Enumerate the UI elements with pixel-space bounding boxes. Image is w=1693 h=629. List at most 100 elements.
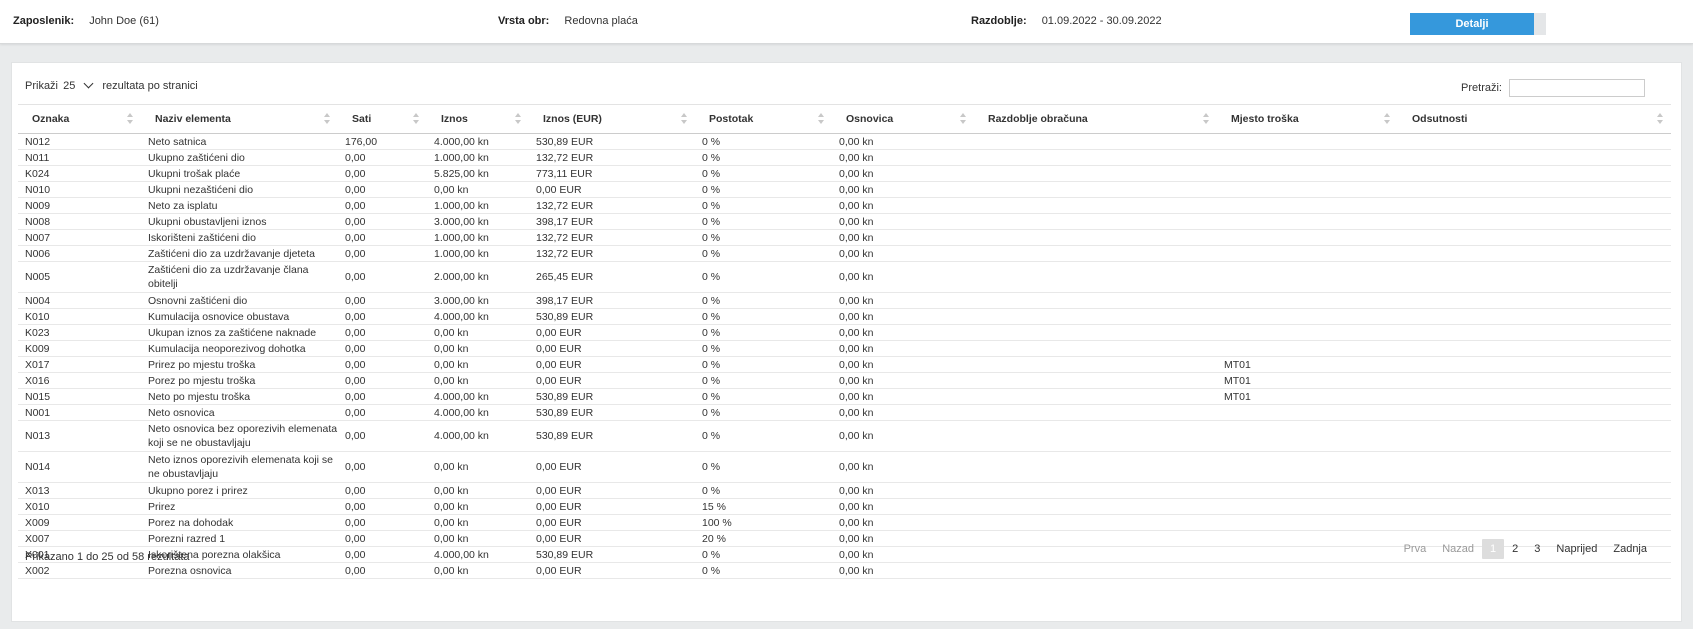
cell-code: X016	[18, 372, 141, 389]
cell-base: 0,00 kn	[832, 420, 974, 452]
sort-icon[interactable]	[127, 113, 133, 125]
cell-cost-center	[1217, 292, 1398, 309]
employee-info: Zaposlenik: John Doe (61)	[13, 15, 159, 27]
search-input[interactable]	[1509, 79, 1645, 97]
column-header-code[interactable]: Oznaka	[18, 104, 141, 134]
page-length-prefix: Prikaži	[25, 80, 59, 92]
cell-period	[974, 340, 1217, 357]
cell-cost-center	[1217, 420, 1398, 452]
cell-cost-center	[1217, 530, 1398, 547]
sort-icon[interactable]	[1203, 113, 1209, 125]
cell-hours: 0,00	[338, 261, 427, 293]
column-header-period[interactable]: Razdoblje obračuna	[974, 104, 1217, 134]
cell-period	[974, 388, 1217, 405]
cell-hours: 0,00	[338, 308, 427, 325]
cell-absence	[1398, 149, 1671, 166]
cell-name: Ukupni nezaštićeni dio	[141, 181, 338, 198]
cell-name: Iskorišteni zaštićeni dio	[141, 229, 338, 246]
cell-cost-center	[1217, 165, 1398, 182]
cell-period	[974, 420, 1217, 452]
table-row: N011 Ukupno zaštićeni dio 0,00 1.000,00 kn 1…	[18, 149, 1671, 166]
cell-name: Porez na dohodak	[141, 514, 338, 531]
cell-percent: 0 %	[695, 229, 832, 246]
cell-base: 0,00 kn	[832, 308, 974, 325]
page-1-button[interactable]: 1	[1482, 539, 1505, 559]
cell-period	[974, 562, 1217, 579]
column-header-label: Osnovica	[846, 113, 894, 125]
page-3-button[interactable]: 3	[1526, 539, 1548, 559]
table-row: X017 Prirez po mjestu troška 0,00 0,00 kn 0,…	[18, 356, 1671, 373]
cell-percent: 0 %	[695, 213, 832, 230]
column-header-hours[interactable]: Sati	[338, 104, 427, 134]
cell-hours: 0,00	[338, 498, 427, 515]
cell-code: X010	[18, 498, 141, 515]
sort-icon[interactable]	[818, 113, 824, 125]
cell-name: Ukupno zaštićeni dio	[141, 149, 338, 166]
column-header-amount[interactable]: Iznos	[427, 104, 529, 134]
results-info: Prikazano 1 do 25 od 58 rezultata	[25, 551, 190, 563]
sort-icon[interactable]	[960, 113, 966, 125]
sort-icon[interactable]	[413, 113, 419, 125]
cell-name: Kumulacija neoporezivog dohotka	[141, 340, 338, 357]
cell-cost-center	[1217, 149, 1398, 166]
column-header-absence[interactable]: Odsutnosti	[1398, 104, 1671, 134]
column-header-base[interactable]: Osnovica	[832, 104, 974, 134]
column-header-name[interactable]: Naziv elementa	[141, 104, 338, 134]
page-length-select[interactable]: 25	[63, 80, 75, 92]
first-page-button[interactable]: Prva	[1396, 539, 1435, 559]
prev-page-button[interactable]: Nazad	[1434, 539, 1482, 559]
cell-code: N006	[18, 245, 141, 262]
cell-amount: 5.825,00 kn	[427, 165, 529, 182]
last-page-button[interactable]: Zadnja	[1605, 539, 1655, 559]
cell-name: Ukupni obustavljeni iznos	[141, 213, 338, 230]
column-header-label: Sati	[352, 113, 372, 125]
cell-base: 0,00 kn	[832, 514, 974, 531]
cell-amount: 4.000,00 kn	[427, 308, 529, 325]
sort-icon[interactable]	[1657, 113, 1663, 125]
cell-period	[974, 498, 1217, 515]
cell-period	[974, 165, 1217, 182]
cell-period	[974, 229, 1217, 246]
cell-base: 0,00 kn	[832, 482, 974, 499]
cell-code: X017	[18, 356, 141, 373]
cell-base: 0,00 kn	[832, 546, 974, 563]
cell-percent: 0 %	[695, 149, 832, 166]
cell-base: 0,00 kn	[832, 340, 974, 357]
cell-amount: 0,00 kn	[427, 181, 529, 198]
sort-icon[interactable]	[324, 113, 330, 125]
sort-icon[interactable]	[515, 113, 521, 125]
cell-hours: 0,00	[338, 181, 427, 198]
column-header-cost-center[interactable]: Mjesto troška	[1217, 104, 1398, 134]
cell-absence	[1398, 356, 1671, 373]
page-2-button[interactable]: 2	[1504, 539, 1526, 559]
table-row: N006 Zaštićeni dio za uzdržavanje djeteta…	[18, 245, 1671, 262]
sort-icon[interactable]	[1384, 113, 1390, 125]
table-row: K024 Ukupni trošak plaće 0,00 5.825,00 kn 77…	[18, 165, 1671, 182]
cell-hours: 0,00	[338, 562, 427, 579]
cell-amount-eur: 0,00 EUR	[529, 181, 695, 198]
next-page-button[interactable]: Naprijed	[1548, 539, 1605, 559]
employee-value: John Doe (61)	[89, 15, 159, 27]
column-header-amount-eur[interactable]: Iznos (EUR)	[529, 104, 695, 134]
cell-amount: 0,00 kn	[427, 562, 529, 579]
chevron-down-icon[interactable]	[83, 78, 94, 89]
cell-percent: 0 %	[695, 420, 832, 452]
details-button[interactable]: Detalji	[1410, 13, 1534, 35]
cell-percent: 0 %	[695, 372, 832, 389]
cell-amount-eur: 0,00 EUR	[529, 482, 695, 499]
cell-hours: 0,00	[338, 213, 427, 230]
column-header-label: Naziv elementa	[155, 113, 231, 125]
cell-name: Porezna osnovica	[141, 562, 338, 579]
cell-code: X007	[18, 530, 141, 547]
cell-absence	[1398, 451, 1671, 483]
table-row: N010 Ukupni nezaštićeni dio 0,00 0,00 kn 0,0…	[18, 181, 1671, 198]
cell-amount-eur: 132,72 EUR	[529, 197, 695, 214]
sort-icon[interactable]	[681, 113, 687, 125]
column-header-percent[interactable]: Postotak	[695, 104, 832, 134]
cell-amount-eur: 0,00 EUR	[529, 372, 695, 389]
cell-period	[974, 546, 1217, 563]
column-header-label: Postotak	[709, 113, 754, 125]
cell-base: 0,00 kn	[832, 261, 974, 293]
cell-hours: 0,00	[338, 530, 427, 547]
cell-base: 0,00 kn	[832, 356, 974, 373]
